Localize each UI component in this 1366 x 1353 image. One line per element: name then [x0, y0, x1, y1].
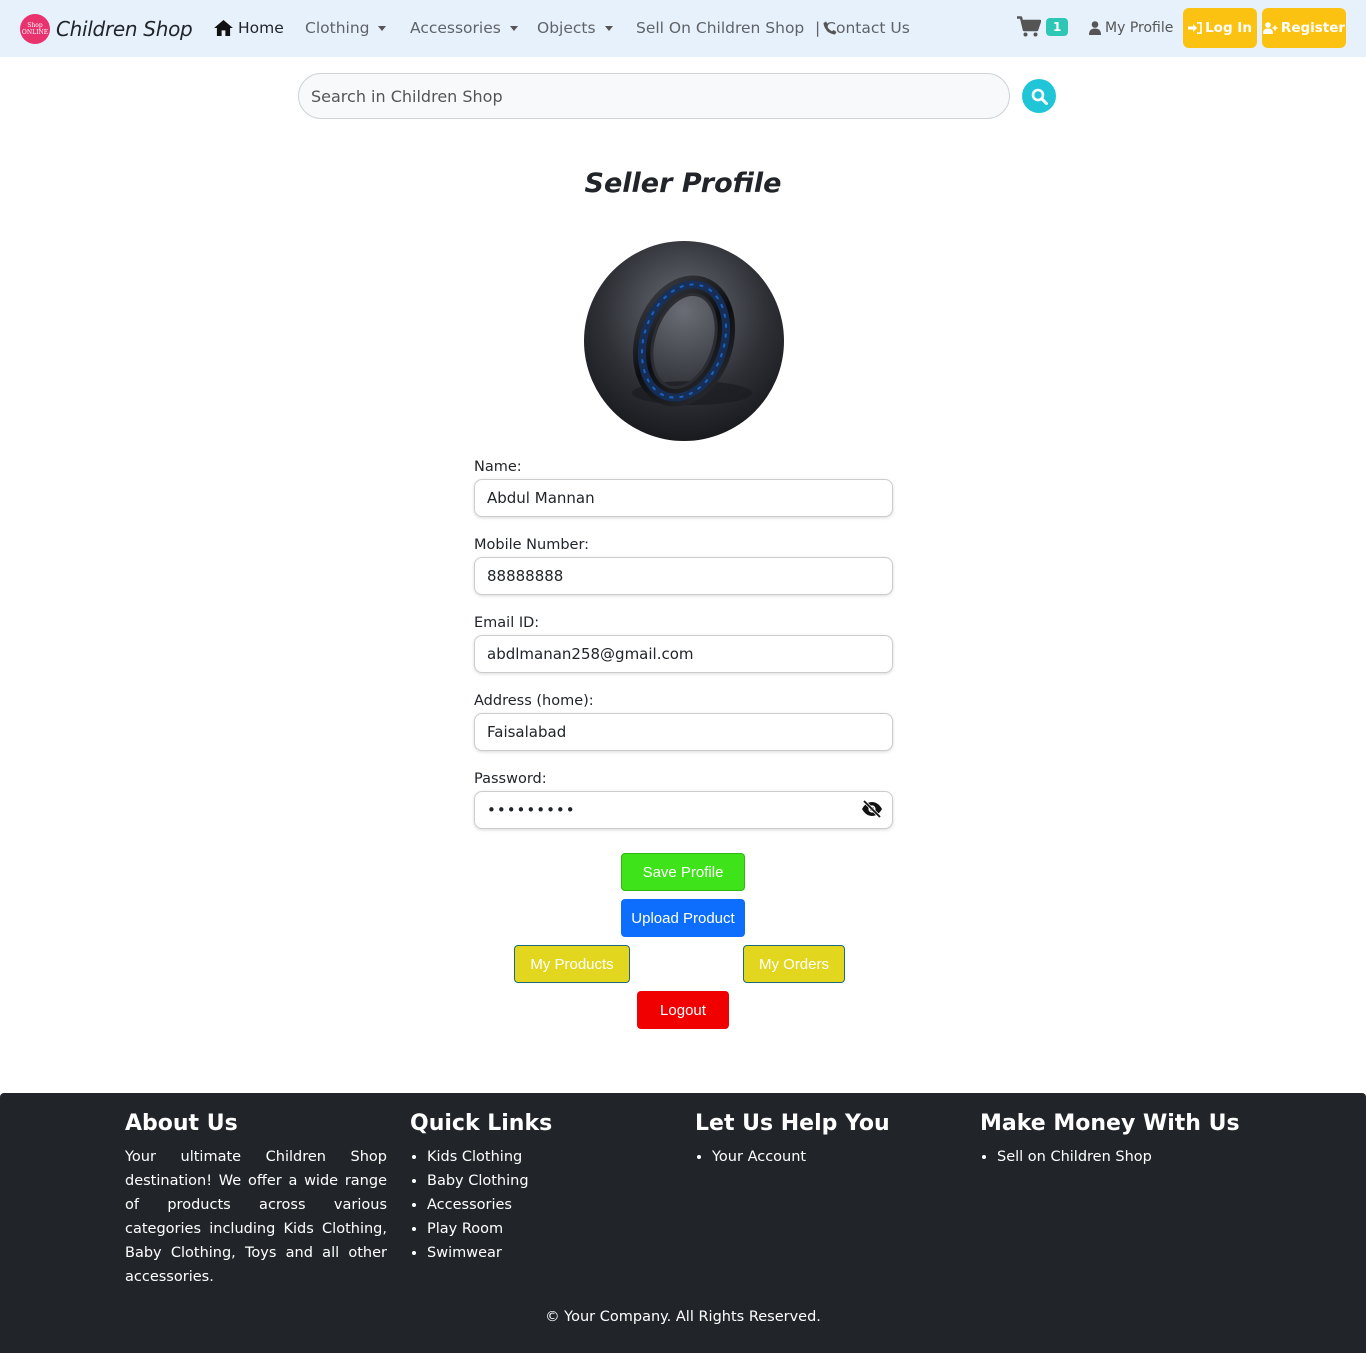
ring-photo	[584, 241, 784, 441]
email-label: Email ID:	[474, 615, 540, 631]
register-label: Register	[1280, 20, 1346, 36]
user-icon	[1089, 21, 1101, 35]
nav-objects-label: Objects	[537, 19, 596, 37]
upload-product-button[interactable]: Upload Product	[621, 899, 745, 937]
footer-about: About Us Your ultimate Children Shop des…	[125, 1111, 387, 1289]
my-orders-button[interactable]: My Orders	[743, 945, 845, 983]
password-label: Password:	[474, 771, 547, 787]
nav-home[interactable]: Home	[214, 19, 284, 37]
user-plus-icon	[1262, 22, 1278, 34]
footer: About Us Your ultimate Children Shop des…	[0, 1093, 1366, 1353]
login-button[interactable]: Log In	[1183, 8, 1257, 48]
footer-link-baby-clothing[interactable]: Baby Clothing	[427, 1169, 552, 1193]
my-profile-label: My Profile	[1105, 20, 1174, 36]
footer-quick-links: Quick Links Kids Clothing Baby Clothing …	[410, 1111, 552, 1265]
nav-objects-dropdown[interactable]: Objects	[537, 19, 613, 37]
name-field[interactable]	[474, 479, 893, 517]
footer-money: Make Money With Us Sell on Children Shop	[980, 1111, 1240, 1169]
footer-link-play-room[interactable]: Play Room	[427, 1217, 552, 1241]
footer-about-text: Your ultimate Children Shop destination!…	[125, 1149, 387, 1285]
footer-help: Let Us Help You Your Account	[695, 1111, 890, 1169]
address-label: Address (home):	[474, 693, 594, 709]
password-field[interactable]	[474, 791, 893, 829]
footer-quick-title: Quick Links	[410, 1111, 553, 1136]
search-input[interactable]	[298, 73, 1010, 119]
footer-link-sell[interactable]: Sell on Children Shop	[997, 1145, 1240, 1169]
login-icon	[1188, 22, 1202, 34]
logout-button[interactable]: Logout	[637, 991, 729, 1029]
my-products-button[interactable]: My Products	[514, 945, 630, 983]
cart-count-badge: 1	[1046, 17, 1069, 36]
profile-avatar	[584, 241, 784, 441]
navbar: Shop ONLINE Children Shop Home Clothing …	[0, 0, 1366, 57]
login-label: Log In	[1205, 20, 1252, 36]
nav-accessories-dropdown[interactable]: Accessories	[410, 19, 518, 37]
brand-name: Children Shop	[56, 17, 193, 41]
nav-contact[interactable]: | Contact Us	[815, 19, 910, 37]
page-title: Seller Profile	[584, 168, 782, 199]
footer-link-accessories[interactable]: Accessories	[427, 1193, 552, 1217]
my-profile-link[interactable]: My Profile	[1089, 20, 1173, 36]
copyright: © Your Company. All Rights Reserved.	[545, 1309, 821, 1325]
cart-button[interactable]: 1	[1017, 16, 1069, 37]
footer-help-title: Let Us Help You	[695, 1111, 890, 1136]
nav-sell[interactable]: Sell On Children Shop	[636, 19, 804, 37]
nav-accessories-label: Accessories	[410, 19, 501, 37]
email-field[interactable]	[474, 635, 893, 673]
eye-slash-icon[interactable]	[861, 800, 883, 818]
search-icon	[1031, 88, 1048, 105]
brand[interactable]: Shop ONLINE Children Shop	[20, 14, 193, 44]
name-label: Name:	[474, 459, 522, 475]
chevron-down-icon	[509, 25, 518, 31]
nav-clothing-label: Clothing	[305, 19, 370, 37]
footer-link-kids-clothing[interactable]: Kids Clothing	[427, 1145, 552, 1169]
home-icon	[214, 20, 233, 36]
chevron-down-icon	[378, 25, 387, 31]
footer-link-your-account[interactable]: Your Account	[712, 1145, 890, 1169]
cart-icon	[1017, 16, 1041, 37]
footer-link-swimwear[interactable]: Swimwear	[427, 1241, 552, 1265]
mobile-label: Mobile Number:	[474, 537, 590, 553]
chevron-down-icon	[604, 25, 613, 31]
save-profile-button[interactable]: Save Profile	[621, 853, 745, 891]
nav-home-label: Home	[238, 19, 284, 37]
footer-about-title: About Us	[125, 1111, 238, 1136]
nav-clothing-dropdown[interactable]: Clothing	[305, 19, 387, 37]
nav-sell-label: Sell On Children Shop	[636, 19, 805, 37]
phone-icon	[823, 21, 837, 35]
register-button[interactable]: Register	[1262, 8, 1346, 48]
search-button[interactable]	[1022, 79, 1056, 113]
address-field[interactable]	[474, 713, 893, 751]
mobile-field[interactable]	[474, 557, 893, 595]
footer-money-title: Make Money With Us	[980, 1111, 1240, 1136]
brand-logo: Shop ONLINE	[20, 14, 50, 44]
